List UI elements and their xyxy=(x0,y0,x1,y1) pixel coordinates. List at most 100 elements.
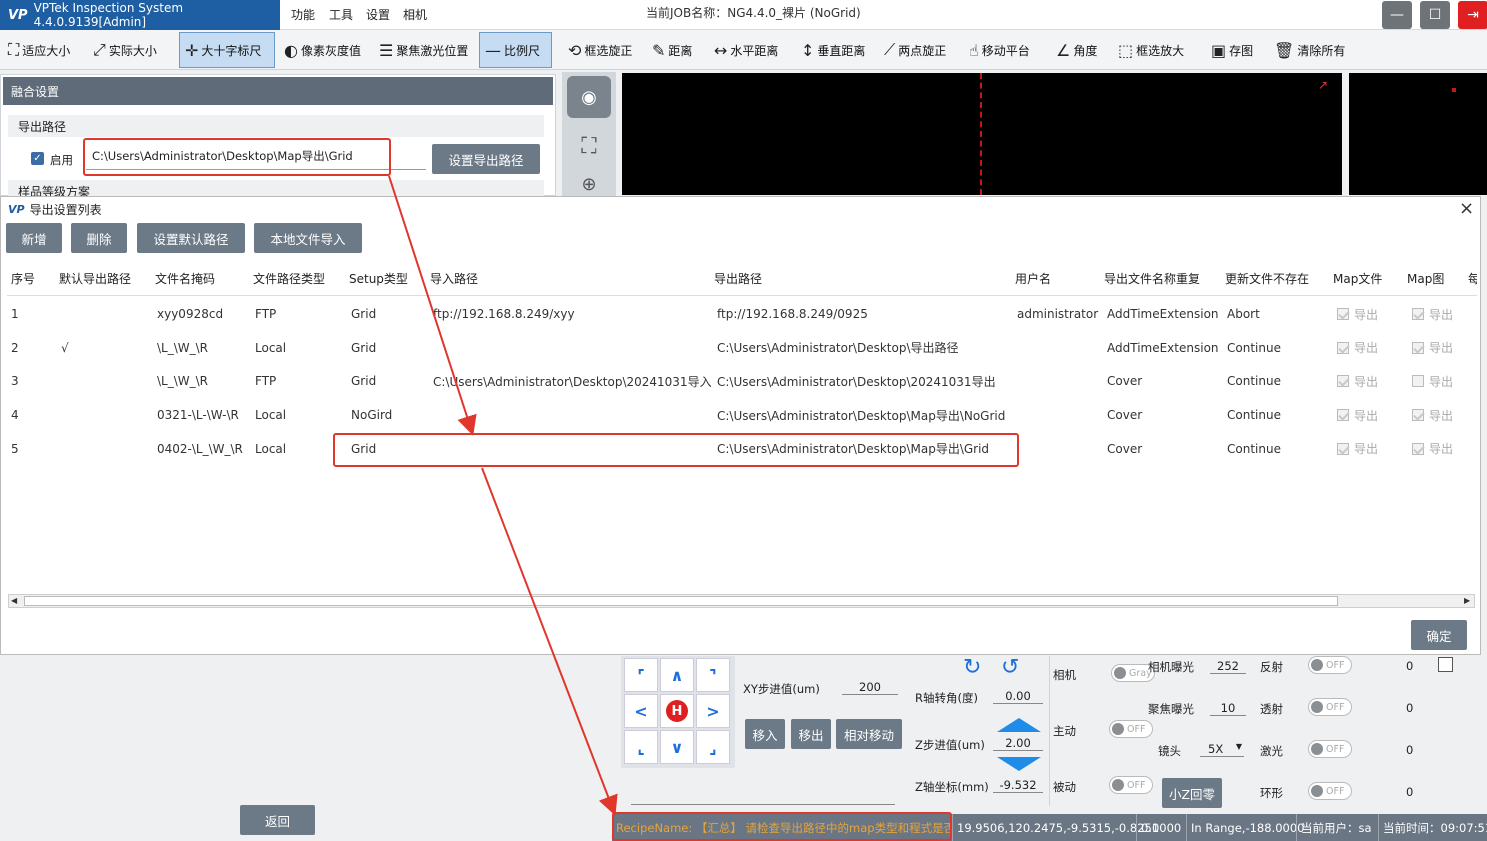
transmit-toggle[interactable]: OFF xyxy=(1308,698,1352,716)
jog-down-left-icon[interactable]: ⌞ xyxy=(624,730,658,764)
map-file-cell[interactable]: 导出 xyxy=(1337,398,1378,432)
enable-checkbox[interactable]: ✓ xyxy=(31,152,44,165)
camera-view[interactable] xyxy=(622,73,1342,195)
maximize-button[interactable]: ☐ xyxy=(1420,1,1450,29)
col-map-image[interactable]: Map图 xyxy=(1407,260,1444,296)
map-file-checkbox[interactable] xyxy=(1337,375,1349,388)
map-image-checkbox[interactable] xyxy=(1412,341,1424,354)
close-icon[interactable]: × xyxy=(1459,198,1474,219)
active-toggle[interactable]: OFF xyxy=(1109,720,1153,738)
table-row[interactable]: 5 0402-\L_\W_\R Local Grid C:\Users\Administ… xyxy=(7,432,1477,466)
table-row[interactable]: 4 0321-\L-\W-\R Local NoGird C:\Users\Admini… xyxy=(7,398,1477,432)
col-index[interactable]: 序号 xyxy=(11,260,35,296)
map-image-cell[interactable]: 导出 xyxy=(1412,297,1453,331)
passive-toggle[interactable]: OFF xyxy=(1109,776,1153,794)
zoom-rect-button[interactable]: ⬚ 框选放大 xyxy=(1113,32,1189,68)
map-image-cell[interactable]: 导出 xyxy=(1412,364,1453,398)
reflect-toggle[interactable]: OFF xyxy=(1308,656,1352,674)
rotate-cw-icon[interactable]: ↺ xyxy=(1001,655,1019,680)
grid-icon[interactable]: ⊕ xyxy=(567,172,611,196)
scroll-left-icon[interactable]: ◀ xyxy=(11,596,17,605)
vertical-distance-button[interactable]: ↕ 垂直距离 xyxy=(796,32,870,68)
map-file-checkbox[interactable] xyxy=(1337,442,1349,455)
map-image-checkbox[interactable] xyxy=(1412,409,1424,422)
z-step-input[interactable]: 2.00 xyxy=(993,736,1043,751)
minimize-button[interactable]: — xyxy=(1382,1,1412,29)
col-export-path[interactable]: 导出路径 xyxy=(714,260,762,296)
small-z-zero-button[interactable]: 小Z回零 xyxy=(1162,778,1222,808)
menu-settings[interactable]: 设置 xyxy=(366,6,390,23)
jog-up-icon[interactable]: ∧ xyxy=(660,658,694,692)
col-duplicate-name[interactable]: 导出文件名称重复 xyxy=(1104,260,1200,296)
col-path-type[interactable]: 文件路径类型 xyxy=(253,260,325,296)
set-export-path-button[interactable]: 设置导出路径 xyxy=(432,144,540,174)
jog-down-icon[interactable]: ∨ xyxy=(660,730,694,764)
actual-size-button[interactable]: ⤢ 实际大小 xyxy=(88,32,162,68)
map-file-checkbox[interactable] xyxy=(1337,308,1349,320)
table-row[interactable]: 2 √ \L_\W_\R Local Grid C:\Users\Administrato… xyxy=(7,331,1477,365)
jog-up-right-icon[interactable]: ⌝ xyxy=(696,658,730,692)
jog-right-icon[interactable]: > xyxy=(696,694,730,728)
map-image-cell[interactable]: 导出 xyxy=(1412,432,1453,466)
move-in-button[interactable]: 移入 xyxy=(745,719,785,749)
z-down-icon[interactable] xyxy=(997,757,1041,771)
col-file-missing[interactable]: 更新文件不存在 xyxy=(1225,260,1309,296)
lens-select[interactable]: 5X ▼ xyxy=(1200,742,1244,757)
move-stage-button[interactable]: ☝ 移动平台 xyxy=(964,32,1035,68)
camera-exposure-input[interactable]: 252 xyxy=(1210,659,1246,674)
two-point-rotate-button[interactable]: ⟋ 两点旋正 xyxy=(879,32,951,68)
ring-toggle[interactable]: OFF xyxy=(1308,782,1352,800)
laser-toggle[interactable]: OFF xyxy=(1308,740,1352,758)
fit-size-button[interactable]: ⛶ 适应大小 xyxy=(3,32,75,68)
back-button[interactable]: 返回 xyxy=(240,805,315,835)
secondary-camera-view[interactable] xyxy=(1349,73,1487,195)
distance-button[interactable]: ✎ 距离 xyxy=(647,32,697,68)
map-image-cell[interactable]: 导出 xyxy=(1412,398,1453,432)
home-button[interactable]: H xyxy=(660,694,694,728)
menu-function[interactable]: 功能 xyxy=(291,6,315,23)
jog-up-left-icon[interactable]: ⌜ xyxy=(624,658,658,692)
clear-all-button[interactable]: 🗑 清除所有 xyxy=(1269,32,1350,68)
menu-camera[interactable]: 相机 xyxy=(403,6,427,23)
auto-fit-icon[interactable]: ⛶ xyxy=(567,125,611,167)
map-file-cell[interactable]: 导出 xyxy=(1337,364,1378,398)
map-file-cell[interactable]: 导出 xyxy=(1337,331,1378,365)
reflect-checkbox[interactable] xyxy=(1438,657,1453,672)
z-up-icon[interactable] xyxy=(997,718,1041,732)
map-image-checkbox[interactable] xyxy=(1412,442,1424,455)
laser-position-button[interactable]: ☰ 聚焦激光位置 xyxy=(374,32,473,68)
col-partial[interactable]: 每 xyxy=(1468,260,1477,296)
map-file-checkbox[interactable] xyxy=(1337,409,1349,422)
col-setup-type[interactable]: Setup类型 xyxy=(349,260,408,296)
relative-move-button[interactable]: 相对移动 xyxy=(836,719,902,749)
exit-button[interactable]: ⇥ xyxy=(1458,1,1487,29)
rotate-ccw-icon[interactable]: ↻ xyxy=(963,655,981,680)
pixel-gray-button[interactable]: ◐ 像素灰度值 xyxy=(279,32,366,68)
map-file-checkbox[interactable] xyxy=(1337,341,1349,354)
col-username[interactable]: 用户名 xyxy=(1015,260,1051,296)
map-image-checkbox[interactable] xyxy=(1412,308,1424,320)
scale-bar-button[interactable]: — 比例尺 xyxy=(479,32,552,68)
table-row[interactable]: 3 \L_\W_\R FTP Grid C:\Users\Administrator\D… xyxy=(7,364,1477,398)
crosshair-ruler-button[interactable]: ✛ 大十字标尺 xyxy=(179,32,275,68)
focus-exposure-input[interactable]: 10 xyxy=(1210,701,1246,716)
col-import-path[interactable]: 导入路径 xyxy=(430,260,478,296)
move-out-button[interactable]: 移出 xyxy=(791,719,831,749)
table-row[interactable]: 1 xyy0928cd FTP Grid ftp://192.168.8.249/xyy… xyxy=(7,297,1477,331)
map-file-cell[interactable]: 导出 xyxy=(1337,297,1378,331)
xy-step-input[interactable]: 200 xyxy=(842,680,898,695)
menu-tools[interactable]: 工具 xyxy=(329,6,353,23)
map-image-cell[interactable]: 导出 xyxy=(1412,331,1453,365)
rect-rotate-button[interactable]: ⟲ 框选旋正 xyxy=(563,32,637,68)
horizontal-distance-button[interactable]: ↔ 水平距离 xyxy=(709,32,783,68)
save-image-button[interactable]: ▣ 存图 xyxy=(1206,32,1258,68)
camera-icon[interactable]: ◉ xyxy=(567,76,611,118)
col-map-file[interactable]: Map文件 xyxy=(1333,260,1382,296)
scrollbar-thumb[interactable] xyxy=(24,596,1338,606)
export-path-input[interactable]: C:\Users\Administrator\Desktop\Map导出\Gri… xyxy=(86,142,426,170)
col-file-mask[interactable]: 文件名掩码 xyxy=(155,260,215,296)
map-image-checkbox[interactable] xyxy=(1412,375,1424,388)
angle-button[interactable]: ∠ 角度 xyxy=(1051,32,1102,68)
add-button[interactable]: 新增 xyxy=(6,223,62,253)
delete-button[interactable]: 删除 xyxy=(71,223,127,253)
